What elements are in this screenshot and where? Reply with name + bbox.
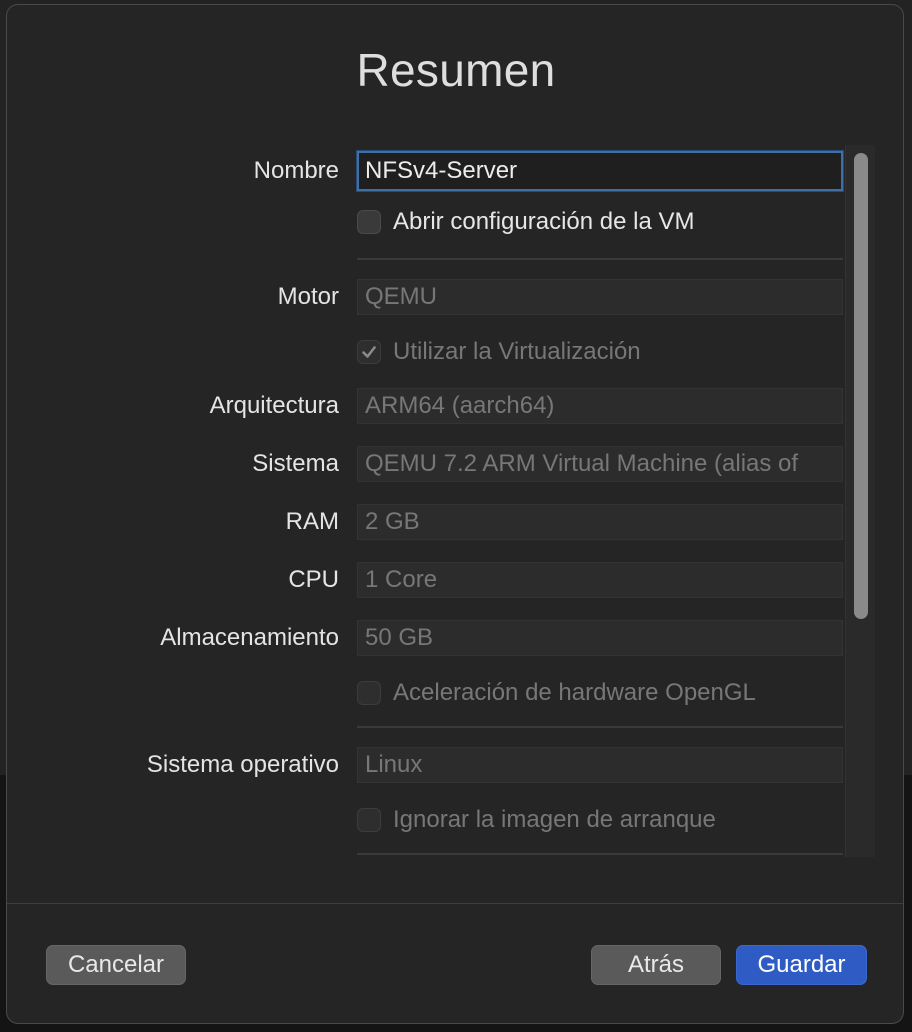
open-vm-settings-checkbox-row[interactable]: Abrir configuración de la VM (357, 207, 694, 237)
summary-dialog: Resumen Nombre NFSv4-Server Abrir config… (6, 4, 904, 1024)
dialog-title: Resumen (356, 44, 556, 96)
engine-field: QEMU (357, 279, 843, 315)
summary-scroll-area[interactable]: Nombre NFSv4-Server Abrir configuración … (7, 145, 877, 857)
os-field: Linux (357, 747, 843, 783)
skip-boot-image-checkbox (357, 808, 381, 832)
use-virtualization-label: Utilizar la Virtualización (393, 338, 641, 365)
skip-boot-image-checkbox-row: Ignorar la imagen de arranque (357, 805, 716, 835)
checkmark-icon (362, 346, 376, 358)
open-vm-settings-label: Abrir configuración de la VM (393, 208, 695, 235)
scrollbar-thumb[interactable] (854, 153, 868, 619)
use-virtualization-checkbox-row: Utilizar la Virtualización (357, 337, 641, 367)
back-button[interactable]: Atrás (591, 945, 721, 985)
opengl-checkbox-row: Aceleración de hardware OpenGL (357, 678, 756, 708)
use-virtualization-checkbox (357, 340, 381, 364)
system-field: QEMU 7.2 ARM Virtual Machine (alias of (357, 446, 843, 482)
section-divider (357, 726, 843, 728)
storage-label: Almacenamiento (160, 624, 339, 651)
ram-label: RAM (285, 508, 339, 535)
opengl-checkbox (357, 681, 381, 705)
save-button[interactable]: Guardar (736, 945, 867, 985)
os-label: Sistema operativo (146, 751, 339, 778)
section-divider (357, 853, 843, 855)
architecture-field: ARM64 (aarch64) (357, 388, 843, 424)
architecture-label: Arquitectura (209, 392, 339, 419)
opengl-label: Aceleración de hardware OpenGL (393, 679, 756, 706)
storage-field: 50 GB (357, 620, 843, 656)
vertical-scrollbar[interactable] (845, 145, 875, 857)
cpu-field: 1 Core (357, 562, 843, 598)
footer-divider (7, 903, 903, 904)
skip-boot-image-label: Ignorar la imagen de arranque (393, 806, 716, 833)
engine-label: Motor (277, 283, 339, 310)
ram-field: 2 GB (357, 504, 843, 540)
section-divider (357, 258, 843, 260)
name-label: Nombre (253, 157, 339, 184)
cpu-label: CPU (288, 566, 339, 593)
open-vm-settings-checkbox[interactable] (357, 210, 381, 234)
cancel-button[interactable]: Cancelar (46, 945, 186, 985)
system-label: Sistema (252, 450, 339, 477)
name-field[interactable]: NFSv4-Server (357, 151, 843, 191)
